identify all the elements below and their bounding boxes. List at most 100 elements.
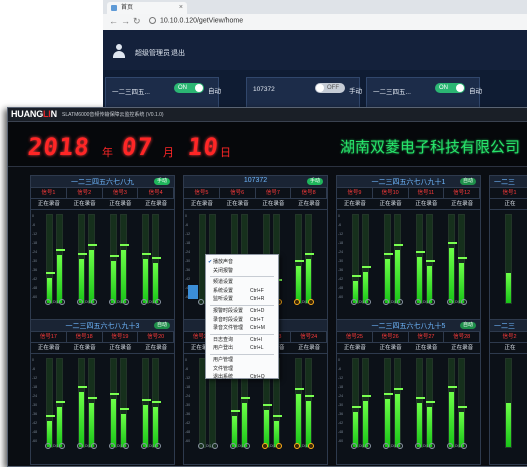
scale-label: -42 [338, 421, 344, 425]
channel-panel-partial[interactable]: 一二三 信号1 正在 [489, 175, 527, 321]
monitor-dot-icon[interactable] [308, 443, 314, 449]
monitor-dot-icon[interactable] [447, 299, 453, 305]
monitor-dot-icon[interactable] [262, 443, 268, 449]
menu-item[interactable]: 频道设置 [206, 278, 278, 286]
mode-badge[interactable]: 手动 [153, 178, 170, 185]
menu-item[interactable]: 系统设置 Ctrl+F [206, 287, 278, 295]
monitor-dot-icon[interactable] [461, 443, 467, 449]
channel-panel[interactable]: 一二三四五六七八九十1 自动 信号9 信号10 信号11 信号12 正在录音 正在录音 正在录音… [336, 175, 481, 321]
mode-badge[interactable]: 手动 [306, 178, 323, 185]
monitor-dot-icon[interactable] [397, 299, 403, 305]
station-toggle[interactable]: ON [435, 83, 465, 93]
monitor-dot-icon[interactable] [351, 299, 357, 305]
scale-label: -12 [185, 232, 191, 236]
menu-item[interactable]: 报警时段设置 Ctrl+D [206, 307, 278, 315]
monitor-dot-icon[interactable] [59, 443, 65, 449]
monitor-dot-icon[interactable] [244, 443, 250, 449]
monitor-dot-icon[interactable] [365, 299, 371, 305]
mode-badge[interactable]: 自动 [459, 322, 476, 329]
menu-item[interactable]: 录音文件管理 Ctrl+M [206, 324, 278, 332]
peak-marker [458, 406, 467, 408]
level-fill [89, 403, 94, 447]
level-bar [56, 358, 65, 448]
peak-marker [273, 415, 282, 417]
monitor-dot-icon[interactable] [45, 299, 51, 305]
meter-area: 0-6-12-18-24-30-36-42-48-60DI1DI1DI1DI1 [31, 210, 174, 310]
monitor-dot-icon[interactable] [276, 443, 282, 449]
menu-item[interactable]: 文件管理 [206, 365, 278, 373]
tab-bar: 首页 × [103, 0, 527, 14]
menu-item[interactable]: 退出系统 Ctrl+Q [206, 373, 278, 381]
channel-footer: DI1 DI1 DI1 DI1 [337, 298, 480, 307]
menu-item[interactable]: 监听设置 Ctrl+R [206, 295, 278, 303]
monitor-dot-icon[interactable] [294, 299, 300, 305]
reload-icon[interactable]: ↻ [133, 16, 141, 27]
monitor-dot-icon[interactable] [198, 443, 204, 449]
menu-item-shortcut: Ctrl+M [250, 325, 265, 332]
monitor-dot-icon[interactable] [109, 299, 115, 305]
monitor-dot-icon[interactable] [109, 443, 115, 449]
menu-item[interactable]: 用户管理 [206, 356, 278, 364]
monitor-dot-icon[interactable] [155, 299, 161, 305]
station-toggle[interactable]: OFF [315, 83, 345, 93]
monitor-dot-icon[interactable] [415, 299, 421, 305]
monitor-dot-icon[interactable] [77, 443, 83, 449]
mode-badge[interactable]: 自动 [459, 178, 476, 185]
menu-item[interactable]: 录音时段设置 Ctrl+T [206, 316, 278, 324]
channel-panel[interactable]: 一二三四五六七八九 手动 信号1 信号2 信号3 信号4 正在录音 正在录音 正在录音 正在录音 0… [30, 175, 175, 321]
forward-icon[interactable]: → [121, 16, 130, 26]
monitor-dot-icon[interactable] [383, 443, 389, 449]
monitor-dot-icon[interactable] [383, 299, 389, 305]
level-bar [505, 214, 512, 304]
menu-item[interactable]: ✔ 播放声音 [206, 258, 278, 266]
menu-item[interactable]: 关闭报警 [206, 267, 278, 275]
monitor-dot-icon[interactable] [123, 443, 129, 449]
monitor-dot-icon[interactable] [461, 299, 467, 305]
monitor-dot-icon[interactable] [141, 443, 147, 449]
monitor-dot-icon[interactable] [59, 299, 65, 305]
menu-item-shortcut: Ctrl+L [250, 345, 264, 352]
record-status: 正在录音 [343, 201, 366, 207]
station-mode: 自动 [208, 88, 221, 95]
monitor-dot-icon[interactable] [91, 443, 97, 449]
channel-panel-partial[interactable]: 一二三 信号2 正在 [489, 319, 527, 465]
mode-badge[interactable]: 自动 [153, 322, 170, 329]
menu-item[interactable]: 日志查询 Ctrl+I [206, 336, 278, 344]
monitor-dot-icon[interactable] [365, 443, 371, 449]
station-toggle[interactable]: ON [174, 83, 204, 93]
monitor-dot-icon[interactable] [155, 443, 161, 449]
monitor-dot-icon[interactable] [294, 443, 300, 449]
monitor-dot-icon[interactable] [198, 299, 204, 305]
menu-item[interactable]: 用户登出 Ctrl+L [206, 344, 278, 352]
record-status: 正在 [504, 201, 516, 207]
monitor-dot-icon[interactable] [141, 299, 147, 305]
monitor-dot-icon[interactable] [77, 299, 83, 305]
level-bar [46, 358, 55, 448]
logout-link[interactable]: 退出 [171, 48, 185, 58]
monitor-dot-icon[interactable] [351, 443, 357, 449]
monitor-dot-icon[interactable] [397, 443, 403, 449]
record-status: 正在录音 [343, 345, 366, 351]
monitor-dot-icon[interactable] [91, 299, 97, 305]
peak-marker [305, 395, 314, 397]
close-icon[interactable]: × [179, 2, 183, 14]
monitor-dot-icon[interactable] [212, 443, 218, 449]
monitor-dot-icon[interactable] [123, 299, 129, 305]
channel-label: DI1 [359, 444, 365, 448]
browser-tab[interactable]: 首页 × [107, 2, 187, 14]
scale-label: -6 [32, 223, 36, 227]
monitor-dot-icon[interactable] [415, 443, 421, 449]
scroll-handle[interactable] [188, 285, 198, 299]
channel-panel[interactable]: 一二三四五六七八九十3 自动 信号17 信号18 信号19 信号20 正在录音 正在录音 正在录… [30, 319, 175, 465]
monitor-dot-icon[interactable] [45, 443, 51, 449]
monitor-dot-icon[interactable] [308, 299, 314, 305]
channel-panel[interactable]: 一二三四五六七八九十5 自动 信号25 信号26 信号27 信号28 正在录音 正在录音 正在录… [336, 319, 481, 465]
address-bar: ← → ↻ 10.10.0.120/getView/home [103, 14, 527, 31]
peak-marker [426, 401, 435, 403]
url-field[interactable]: 10.10.0.120/getView/home [149, 17, 243, 24]
monitor-dot-icon[interactable] [447, 443, 453, 449]
monitor-dot-icon[interactable] [230, 443, 236, 449]
monitor-dot-icon[interactable] [429, 299, 435, 305]
back-icon[interactable]: ← [109, 16, 118, 26]
monitor-dot-icon[interactable] [429, 443, 435, 449]
